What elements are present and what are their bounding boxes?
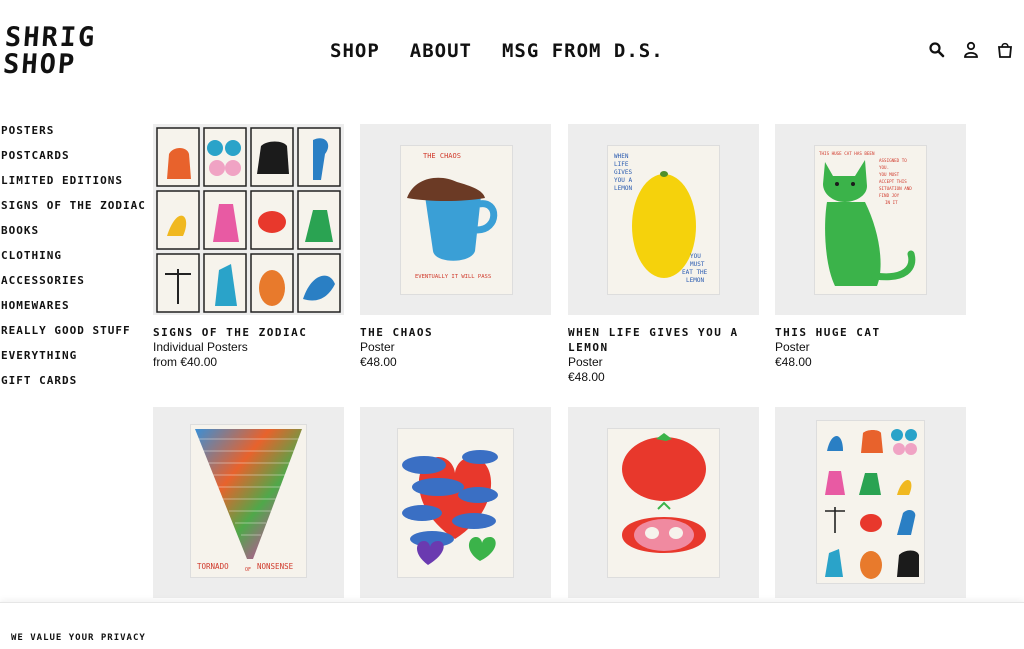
- sidebar-item-posters[interactable]: POSTERS: [1, 124, 146, 149]
- poster-text-top: THE CHAOS: [423, 152, 461, 160]
- sidebar-item-postcards[interactable]: POSTCARDS: [1, 149, 146, 174]
- product-subtitle: Poster: [360, 340, 395, 354]
- nav-about[interactable]: ABOUT: [410, 40, 472, 62]
- product-price: €48.00: [360, 355, 397, 369]
- poster-text-line: SITUATION AND: [879, 186, 912, 191]
- product-image-huge-cat[interactable]: THIS HUGE CAT HAS BEEN ASSIGNED TO YOU. …: [775, 124, 966, 315]
- product-title[interactable]: THIS HUGE CAT: [775, 325, 966, 340]
- nav-shop[interactable]: SHOP: [330, 40, 380, 62]
- site-logo[interactable]: SHRIG SHOP: [1, 22, 98, 80]
- poster-text-line: FIND JOY: [879, 193, 900, 198]
- sidebar-item-homewares[interactable]: HOMEWARES: [1, 299, 146, 324]
- poster-huge-cat: THIS HUGE CAT HAS BEEN ASSIGNED TO YOU. …: [815, 146, 926, 294]
- product-card-tornado[interactable]: TORNADO OF NONSENSE: [153, 407, 344, 598]
- cart-icon[interactable]: [996, 41, 1014, 59]
- sidebar-item-everything[interactable]: EVERYTHING: [1, 349, 146, 374]
- product-price: €48.00: [775, 355, 812, 369]
- product-subtitle: Poster: [568, 355, 603, 369]
- product-image-tornado[interactable]: TORNADO OF NONSENSE: [153, 407, 344, 598]
- search-icon[interactable]: [928, 41, 946, 59]
- product-image-tomato[interactable]: [568, 407, 759, 598]
- header-icons: [928, 41, 1014, 59]
- product-card-zodiac-set[interactable]: [775, 407, 966, 598]
- zodiac-grid-art: [153, 124, 344, 315]
- product-card-zodiac[interactable]: SIGNS OF THE ZODIAC Individual Posters f…: [153, 124, 344, 370]
- sidebar-item-limited-editions[interactable]: LIMITED EDITIONS: [1, 174, 146, 199]
- poster-text-line: ASSIGNED TO: [879, 158, 907, 163]
- product-card-huge-cat[interactable]: THIS HUGE CAT HAS BEEN ASSIGNED TO YOU. …: [775, 124, 966, 370]
- poster-text-line: YOU A: [614, 177, 632, 184]
- product-card-lemon[interactable]: WHEN LIFE GIVES YOU A LEMON YOU MUST EAT…: [568, 124, 759, 385]
- main-nav: SHOP ABOUT MSG FROM D.S.: [330, 40, 664, 62]
- product-title[interactable]: THE CHAOS: [360, 325, 551, 340]
- product-card-hearts[interactable]: [360, 407, 551, 598]
- product-card-the-chaos[interactable]: THE CHAOS EVENTUALLY IT WILL PASS THE CH…: [360, 124, 551, 370]
- poster-tornado: TORNADO OF NONSENSE: [191, 425, 306, 577]
- logo-line-1: SHRIG: [3, 22, 98, 53]
- product-card-tomato[interactable]: [568, 407, 759, 598]
- poster-text-line: YOU MUST: [879, 172, 900, 177]
- product-image-zodiac-set[interactable]: [775, 407, 966, 598]
- product-price: from €40.00: [153, 355, 218, 369]
- privacy-banner-title[interactable]: WE VALUE YOUR PRIVACY: [11, 633, 146, 643]
- category-sidebar: POSTERS POSTCARDS LIMITED EDITIONS SIGNS…: [1, 124, 146, 399]
- poster-text-left: TORNADO: [197, 562, 229, 571]
- product-title[interactable]: SIGNS OF THE ZODIAC: [153, 325, 344, 340]
- poster-text-line: GIVES: [614, 169, 632, 176]
- sidebar-item-gift-cards[interactable]: GIFT CARDS: [1, 374, 146, 399]
- poster-hearts: [398, 429, 513, 577]
- poster-text-line: THIS HUGE CAT HAS BEEN: [819, 151, 875, 156]
- account-icon[interactable]: [962, 41, 980, 59]
- poster-text-mid: OF: [245, 567, 251, 573]
- product-image-the-chaos[interactable]: THE CHAOS EVENTUALLY IT WILL PASS: [360, 124, 551, 315]
- poster-text-line: LEMON: [614, 185, 632, 192]
- poster-text-right: NONSENSE: [257, 562, 294, 571]
- product-image-zodiac[interactable]: [153, 124, 344, 315]
- sidebar-item-really-good-stuff[interactable]: REALLY GOOD STUFF: [1, 324, 146, 349]
- privacy-banner: WE VALUE YOUR PRIVACY: [0, 602, 1024, 649]
- poster-lemon: WHEN LIFE GIVES YOU A LEMON YOU MUST EAT…: [608, 146, 719, 294]
- product-image-hearts[interactable]: [360, 407, 551, 598]
- poster-text-line: WHEN: [614, 153, 629, 160]
- poster-the-chaos: THE CHAOS EVENTUALLY IT WILL PASS: [401, 146, 512, 294]
- nav-msg-from-ds[interactable]: MSG FROM D.S.: [502, 40, 664, 62]
- poster-text-line: LEMON: [686, 277, 704, 284]
- poster-text-line: EAT THE: [682, 269, 708, 276]
- product-title[interactable]: WHEN LIFE GIVES YOU A LEMON: [568, 325, 759, 355]
- product-subtitle: Individual Posters: [153, 340, 248, 354]
- poster-text-line: ACCEPT THIS: [879, 179, 907, 184]
- poster-text-line: IN IT: [885, 200, 898, 205]
- product-image-lemon[interactable]: WHEN LIFE GIVES YOU A LEMON YOU MUST EAT…: [568, 124, 759, 315]
- logo-line-2: SHOP: [1, 49, 78, 80]
- product-subtitle: Poster: [775, 340, 810, 354]
- product-price: €48.00: [568, 370, 605, 384]
- poster-text-line: YOU: [690, 253, 701, 260]
- poster-tomato: [608, 429, 719, 577]
- poster-text-line: MUST: [690, 261, 705, 268]
- poster-text-line: LIFE: [614, 161, 629, 168]
- poster-text-bottom: EVENTUALLY IT WILL PASS: [415, 274, 491, 280]
- sidebar-item-books[interactable]: BOOKS: [1, 224, 146, 249]
- poster-zodiac-set: [817, 421, 924, 583]
- sidebar-item-signs-of-the-zodiac[interactable]: SIGNS OF THE ZODIAC: [1, 199, 146, 224]
- sidebar-item-clothing[interactable]: CLOTHING: [1, 249, 146, 274]
- poster-text-line: YOU.: [879, 165, 889, 170]
- sidebar-item-accessories[interactable]: ACCESSORIES: [1, 274, 146, 299]
